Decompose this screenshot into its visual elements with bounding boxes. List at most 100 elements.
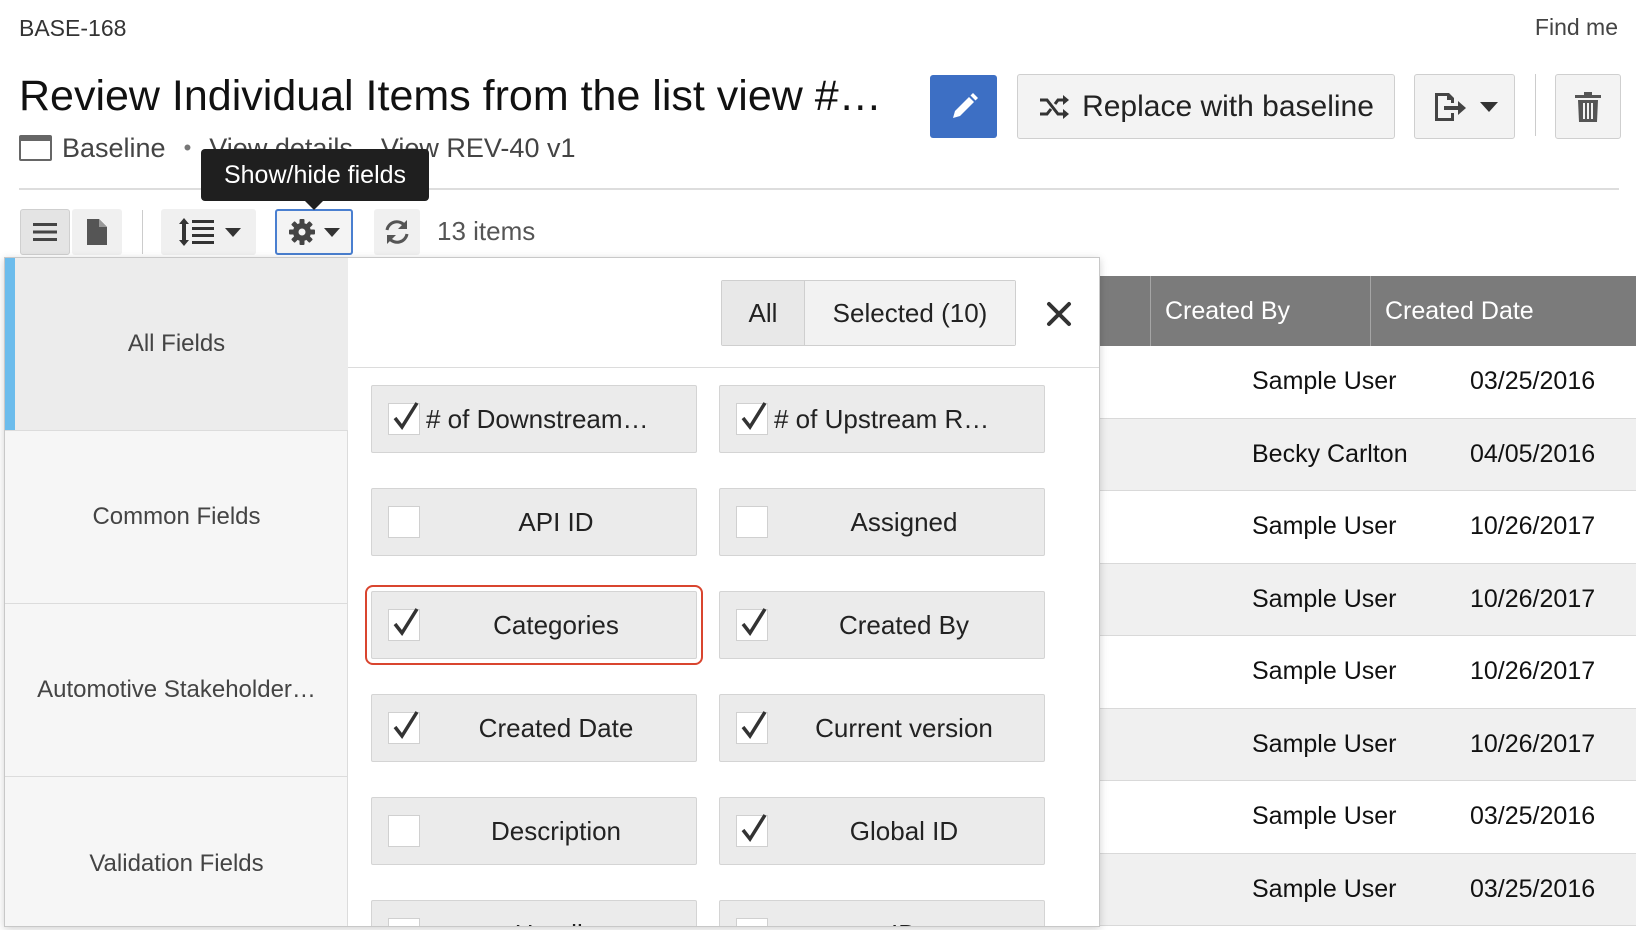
refresh-button[interactable] [374,209,420,255]
field-toggle[interactable]: Current version [719,694,1045,762]
field-label: Created Date [478,712,634,743]
cell-created-by: Sample User [1252,802,1397,831]
list-view-button[interactable] [20,209,70,255]
gear-icon [289,219,315,245]
close-icon[interactable] [1041,296,1077,332]
sort-dropdown-button[interactable] [161,209,256,255]
field-toggle[interactable]: ID [719,900,1045,927]
category-validation-fields[interactable]: Validation Fields [5,777,348,926]
cell-created-date: 03/25/2016 [1470,874,1596,903]
cell-created-by: Sample User [1252,584,1397,613]
field-label: ID [774,919,1034,927]
checkbox-unchecked[interactable] [736,506,768,538]
document-icon [87,219,107,245]
cell-created-by: Sample User [1252,729,1397,758]
show-hide-fields-button[interactable] [275,209,353,255]
checkbox-unchecked[interactable] [388,918,420,926]
replace-label: Replace with baseline [1082,89,1374,123]
delete-button[interactable] [1555,74,1621,139]
cell-created-date: 04/05/2016 [1470,439,1596,468]
grid-header-created-by[interactable]: Created By [1150,276,1370,346]
table-row[interactable]: Sample User 03/25/2016 [1100,346,1636,419]
replace-with-baseline-button[interactable]: Replace with baseline [1017,74,1395,139]
cell-created-by: Sample User [1252,657,1397,686]
field-toggle[interactable]: API ID [371,488,697,556]
field-toggle[interactable]: # of Upstream R… [719,385,1045,453]
baseline-label: Baseline [62,132,166,163]
checkbox-checked[interactable] [736,608,768,641]
checkmark-icon [393,711,419,740]
checkbox-checked[interactable] [388,608,420,641]
list-icon [33,223,57,241]
edit-button[interactable] [930,75,997,138]
field-label: # of Downstream… [426,403,649,434]
field-toggle[interactable]: Global ID [719,797,1045,865]
caret-down-icon [224,227,241,237]
find-me-link[interactable]: Find me [1535,14,1618,41]
checkbox-unchecked[interactable] [388,506,420,538]
table-row[interactable]: Sample User 10/26/2017 [1100,708,1636,781]
cell-created-by: Becky Carlton [1252,439,1408,468]
items-count: 13 items [437,216,536,246]
popup-filter-bar: All Selected (10) [348,258,1099,368]
cell-created-date: 10/26/2017 [1470,729,1596,758]
page-title: Review Individual Items from the list vi… [19,72,882,120]
checkbox-checked[interactable] [736,711,768,744]
checkmark-icon [741,402,767,431]
line-height-icon [178,218,214,246]
checkmark-icon [393,608,419,637]
table-row[interactable]: Sample User 10/26/2017 [1100,636,1636,709]
checkmark-icon [393,402,419,431]
export-icon [1434,92,1466,121]
table-row[interactable]: Sample User 03/25/2016 [1100,853,1636,926]
checkbox-checked[interactable] [736,814,768,847]
filter-all-button[interactable]: All [722,281,805,345]
trash-icon [1575,91,1601,122]
field-label: API ID [518,506,594,537]
field-toggle[interactable]: Description [371,797,697,865]
cell-created-by: Sample User [1252,874,1397,903]
checkbox-unchecked[interactable] [388,815,420,847]
field-toggle[interactable]: Categories [365,585,703,665]
field-toggle[interactable]: Assigned [719,488,1045,556]
cell-created-by: Sample User [1252,512,1397,541]
checkbox-unchecked[interactable] [736,918,768,926]
category-all-fields[interactable]: All Fields [5,258,348,431]
field-toggle[interactable]: Created Date [371,694,697,762]
checkmark-icon [741,608,767,637]
pencil-icon [952,92,978,118]
grid-header-created-date[interactable]: Created Date [1370,276,1636,346]
caret-down-icon [324,227,340,237]
field-label: Description [490,815,622,846]
show-hide-fields-tooltip: Show/hide fields [201,149,429,210]
table-row[interactable]: Sample User 10/26/2017 [1100,491,1636,564]
table-row[interactable]: Sample User 10/26/2017 [1100,563,1636,636]
toolbar-divider [142,210,143,254]
field-label: Assigned [850,506,958,537]
cell-created-date: 10/26/2017 [1470,584,1596,613]
cell-created-date: 03/25/2016 [1470,367,1596,396]
table-row[interactable]: Becky Carlton 04/05/2016 [1100,418,1636,491]
document-view-button[interactable] [72,209,122,255]
field-label: Headin [426,919,686,927]
field-toggle[interactable]: Created By [719,591,1045,659]
field-category-list: All Fields Common Fields Automotive Stak… [5,258,348,926]
category-automotive-stakeholder[interactable]: Automotive Stakeholder… [5,604,348,777]
grid-header-cell-hidden [1100,276,1150,346]
field-label: Current version [815,712,993,743]
export-dropdown-button[interactable] [1414,74,1515,139]
field-toggle[interactable]: # of Downstream… [371,385,697,453]
cell-created-by: Sample User [1252,367,1397,396]
field-toggle[interactable]: Headin [371,900,697,927]
checkbox-checked[interactable] [388,402,420,435]
field-label: Created By [838,609,970,640]
table-row[interactable]: Sample User 03/25/2016 [1100,781,1636,854]
filter-selected-button[interactable]: Selected (10) [805,281,1015,345]
grid-header: Created By Created Date [1100,276,1636,346]
checkbox-checked[interactable] [736,402,768,435]
checkbox-checked[interactable] [388,711,420,744]
breadcrumb[interactable]: BASE-168 [19,15,126,42]
cell-created-date: 10/26/2017 [1470,512,1596,541]
grid-body: Sample User 03/25/2016 Becky Carlton 04/05… [1100,346,1636,926]
category-common-fields[interactable]: Common Fields [5,431,348,604]
